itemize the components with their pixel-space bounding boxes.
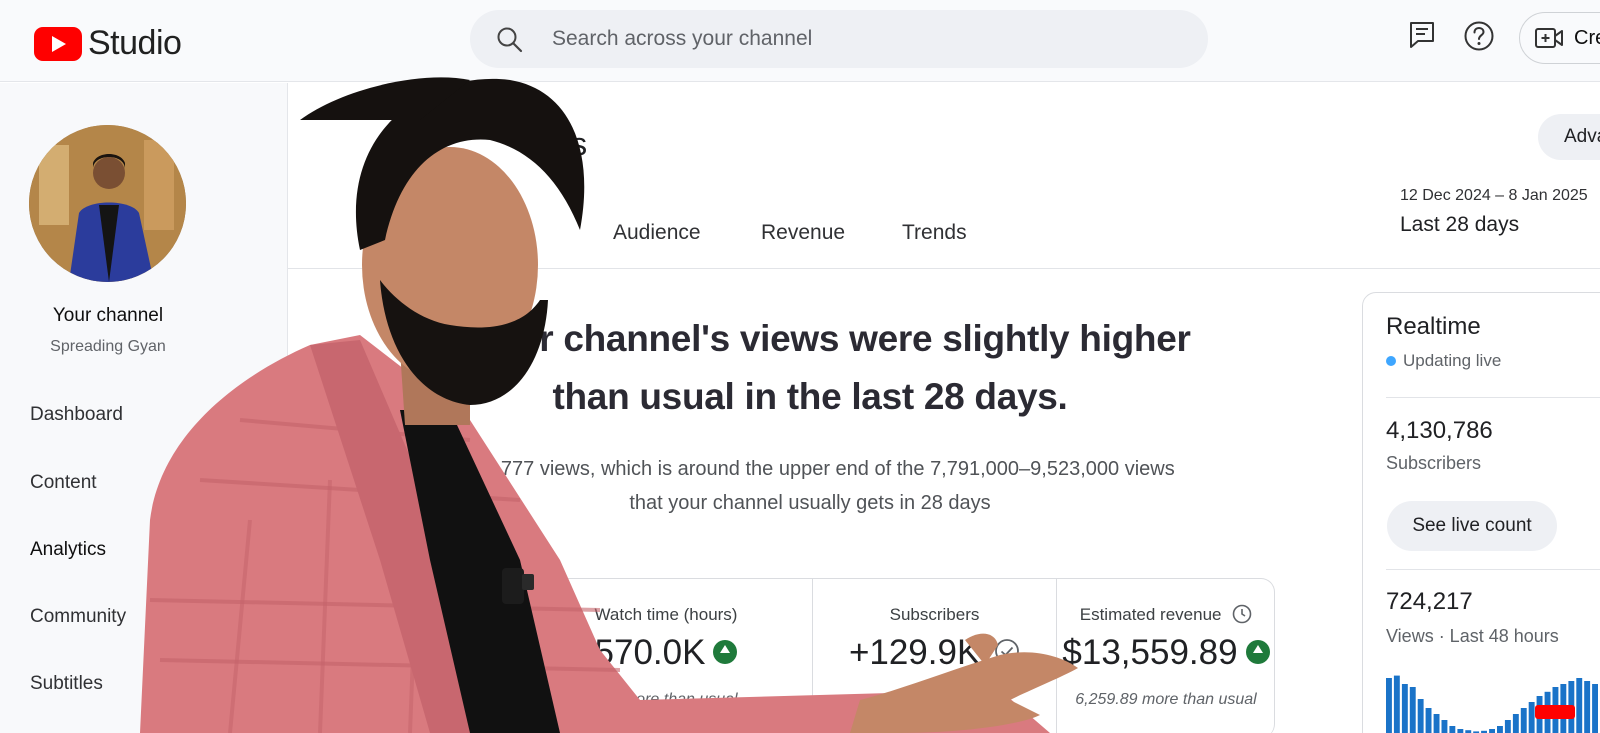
trend-up-icon (713, 639, 738, 664)
page-title: ics (548, 126, 588, 162)
histogram-bar (1568, 681, 1575, 733)
advanced-mode-button[interactable]: Adva (1538, 114, 1600, 160)
histogram-bar (1425, 708, 1432, 733)
channel-avatar[interactable] (29, 125, 186, 282)
avatar-portrait-image (29, 125, 186, 282)
date-range[interactable]: 12 Dec 2024 – 8 Jan 2025 (1400, 187, 1588, 205)
divider (1386, 569, 1600, 570)
histogram-bar (1552, 687, 1559, 733)
summary-headline-line-1: d! Your channel's views were slightly hi… (429, 318, 1191, 359)
studio-logo[interactable]: Studio (34, 24, 182, 63)
histogram-bar (1401, 684, 1408, 733)
histogram-bar (1449, 726, 1456, 733)
histogram-bar (1544, 691, 1551, 733)
tabs-divider (288, 268, 1600, 269)
histogram-bar (1489, 729, 1495, 733)
realtime-title: Realtime (1386, 313, 1481, 340)
views-histogram[interactable] (1386, 675, 1600, 733)
sidebar-item-content[interactable]: Content (30, 472, 97, 494)
tab-revenue[interactable]: Revenue (761, 221, 845, 245)
tab-trends[interactable]: Trends (902, 221, 967, 245)
histogram-bar (1536, 696, 1543, 733)
search-icon (497, 27, 523, 53)
tab-audience[interactable]: Audience (613, 221, 701, 245)
create-button-label: Cre (1574, 26, 1600, 49)
create-video-icon (1535, 28, 1563, 48)
sidebar-item-analytics[interactable]: Analytics (30, 539, 106, 561)
metric-value-text: $13,559.89 (1062, 633, 1238, 672)
summary-detail-line-2: that your channel usually gets in 28 day… (629, 492, 991, 514)
histogram-bar (1560, 684, 1567, 733)
period-selector[interactable]: Last 28 days (1400, 213, 1519, 237)
histogram-bar (1441, 720, 1448, 733)
histogram-bar (1584, 681, 1591, 733)
trend-up-icon (1245, 639, 1270, 664)
check-circle-icon (995, 638, 1019, 663)
realtime-subscribers-value: 4,130,786 (1386, 417, 1493, 444)
realtime-subscribers-label: Subscribers (1386, 453, 1482, 473)
histogram-bar (1457, 729, 1464, 733)
divider (1386, 397, 1600, 398)
channel-name: Spreading Gyan (50, 338, 166, 355)
histogram-bar (1504, 720, 1511, 733)
search-input[interactable]: Search across your channel (552, 27, 812, 51)
metric-watch-time[interactable]: Watch time (hours) 570.0K .0K more than … (541, 579, 791, 733)
metric-value-text: 570.0K (594, 633, 706, 672)
sidebar-item-subtitles[interactable]: Subtitles (30, 673, 103, 695)
metric-note: 6,259.89 more than usual (1075, 691, 1257, 708)
realtime-status: Updating live (1386, 351, 1501, 371)
clock-icon (1232, 604, 1252, 623)
realtime-card: Realtime Updating live 4,130,786 Subscri… (1362, 292, 1600, 733)
metric-label: Watch time (hours) (594, 605, 738, 624)
feedback-icon[interactable] (1408, 20, 1436, 50)
realtime-status-text: Updating live (1403, 351, 1502, 370)
histogram-bar (1417, 699, 1424, 733)
histogram-bar (1433, 714, 1440, 733)
histogram-bar (1393, 675, 1400, 733)
histogram-bar (1528, 702, 1535, 733)
metric-label: Subscribers (889, 605, 980, 624)
see-live-count-button[interactable]: See live count (1387, 501, 1557, 551)
metric-subscribers[interactable]: Subscribers +129.9K About t (813, 579, 1056, 733)
realtime-views-value: 724,217 (1386, 588, 1473, 615)
youtube-logo-icon (34, 26, 82, 61)
metric-label-text: Estimated revenue (1079, 605, 1222, 624)
search-bar[interactable]: Search across your channel (470, 10, 1208, 68)
histogram-bar (1512, 714, 1519, 733)
metric-note: .0K more than usual (594, 691, 738, 708)
metric-estimated-revenue[interactable]: Estimated revenue $13,559.89 6,259.89 mo… (1057, 579, 1275, 733)
live-dot-icon (1386, 356, 1396, 366)
create-button[interactable]: Cre (1519, 12, 1600, 64)
histogram-bar (1520, 708, 1527, 733)
histogram-bar (1592, 684, 1598, 733)
metric-value: $13,559.89 (1057, 633, 1275, 673)
metric-note: About t (909, 691, 960, 708)
sidebar: Your channel Spreading Gyan Dashboard Co… (0, 83, 288, 733)
sidebar-item-dashboard[interactable]: Dashboard (30, 404, 123, 426)
help-icon[interactable] (1463, 20, 1495, 52)
histogram-bar (1497, 726, 1503, 733)
app-name: Studio (88, 24, 182, 62)
histogram-bar (1386, 678, 1392, 733)
metric-value: 570.0K (541, 633, 791, 673)
histogram-bar (1409, 687, 1416, 733)
sidebar-item-community[interactable]: Community (30, 606, 126, 628)
metric-value: +129.9K (813, 633, 1056, 673)
summary-detail-line-1: 9,820,777 views, which is around the upp… (445, 458, 1175, 480)
realtime-views-label: Views · Last 48 hours (1386, 626, 1559, 646)
top-header: Studio Search across your channel Cre (0, 0, 1600, 82)
metric-value-text: +129.9K (848, 633, 981, 672)
channel-title: Your channel (52, 305, 164, 326)
histogram-bar (1576, 678, 1583, 733)
metrics-card: Watch time (hours) 570.0K .0K more than … (520, 578, 1275, 733)
metric-label: Estimated revenue (1057, 604, 1275, 626)
summary-headline-line-2: than usual in the last 28 days. (552, 376, 1068, 417)
